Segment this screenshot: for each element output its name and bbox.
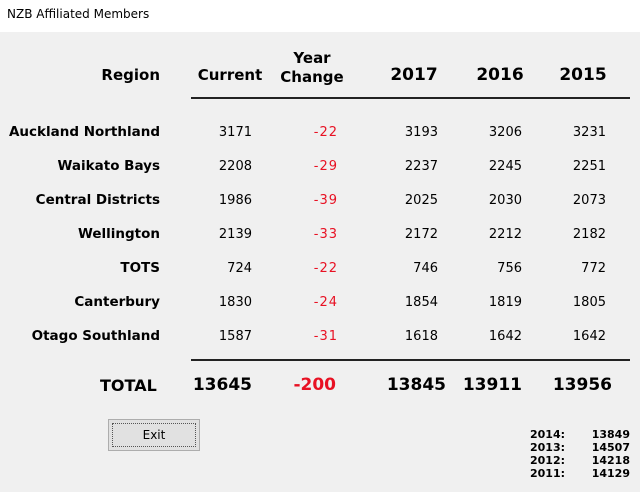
row-change: -39 [313,193,338,208]
row-2016: 756 [497,261,522,276]
total-change: -200 [293,375,336,395]
row-region-label: Wellington [77,226,160,242]
row-current: 2208 [218,159,252,174]
row-2015: 2182 [572,227,606,242]
row-2017: 746 [413,261,438,276]
row-current: 2139 [218,227,252,242]
row-2016: 2212 [488,227,522,242]
history-value: 14507 [591,441,630,454]
header-2017: 2017 [390,65,438,85]
history-value: 13849 [591,428,630,441]
title-bar: NZB Affiliated Members [0,0,640,32]
row-2015: 772 [581,261,606,276]
row-current: 724 [227,261,252,276]
total-2016: 13911 [462,375,522,395]
row-2017: 3193 [404,125,438,140]
history-value: 14129 [591,467,630,480]
exit-button-label: Exit [112,423,196,447]
row-change: -33 [313,227,338,242]
row-region-label: Otago Southland [31,328,160,344]
history-year: 2011: [530,467,566,480]
header-year-change-bottom: Change [280,68,344,86]
row-2017: 1618 [404,329,438,344]
history-value: 14218 [591,454,630,467]
total-2015: 13956 [552,375,612,395]
history-item: 2011: 14129 [530,467,630,480]
total-current: 13645 [192,375,252,395]
header-divider [191,97,630,99]
row-current: 1587 [218,329,252,344]
history-year: 2013: [530,441,566,454]
row-2017: 1854 [404,295,438,310]
row-2016: 2245 [488,159,522,174]
row-region-label: Waikato Bays [57,158,160,174]
row-2017: 2025 [404,193,438,208]
header-2015: 2015 [559,65,607,85]
window-title: NZB Affiliated Members [7,7,150,21]
history-year: 2014: [530,428,566,441]
row-2015: 3231 [572,125,606,140]
row-region-label: Central Districts [35,192,160,208]
header-year-change-top: Year [293,49,331,67]
history-item: 2014: 13849 [530,428,630,441]
row-2016: 1642 [488,329,522,344]
history-item: 2012: 14218 [530,454,630,467]
total-label: TOTAL [100,376,157,395]
row-change: -22 [313,125,338,140]
history-year: 2012: [530,454,566,467]
row-2016: 3206 [488,125,522,140]
row-2015: 2073 [572,193,606,208]
row-2017: 2172 [404,227,438,242]
row-2016: 1819 [488,295,522,310]
total-2017: 13845 [386,375,446,395]
history-list: 2014: 13849 2013: 14507 2012: 14218 2011: 14129 [530,428,630,480]
row-change: -29 [313,159,338,174]
row-current: 3171 [218,125,252,140]
history-item: 2013: 14507 [530,441,630,454]
row-2015: 1642 [572,329,606,344]
row-region-label: Canterbury [74,294,160,310]
row-change: -24 [313,295,338,310]
header-region: Region [101,66,160,84]
row-region-label: Auckland Northland [8,124,160,140]
row-2016: 2030 [488,193,522,208]
row-2015: 1805 [572,295,606,310]
row-current: 1986 [218,193,252,208]
total-divider [191,359,630,361]
row-region-label: TOTS [120,260,160,276]
row-2015: 2251 [572,159,606,174]
exit-button[interactable]: Exit [108,419,200,451]
row-change: -31 [313,329,338,344]
row-change: -22 [313,261,338,276]
row-2017: 2237 [404,159,438,174]
header-2016: 2016 [476,65,524,85]
header-current: Current [197,66,263,84]
row-current: 1830 [218,295,252,310]
